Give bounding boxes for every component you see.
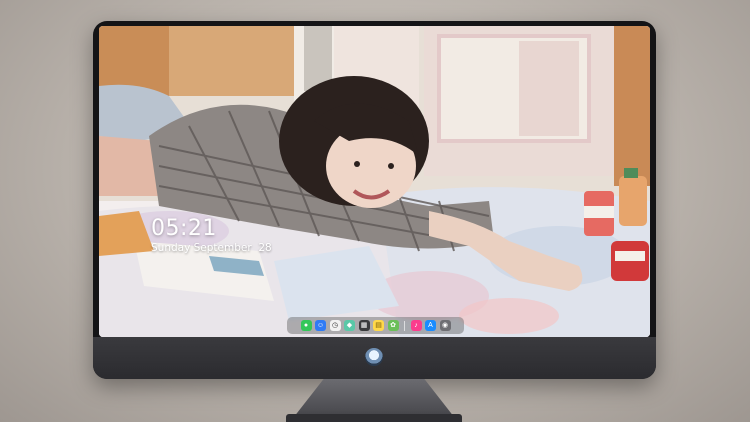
- messages-icon[interactable]: ●: [300, 320, 312, 331]
- clock-icon[interactable]: ◷: [329, 320, 341, 331]
- finder-icon[interactable]: ☺: [315, 320, 326, 331]
- monitor: 05:21 Sunday September 28 ● ☺ ◷ ◆ ▦ ▤ ✿ …: [93, 21, 656, 379]
- lock-screen[interactable]: 05:21 Sunday September 28 ● ☺ ◷ ◆ ▦ ▤ ✿ …: [99, 26, 650, 337]
- wallpaper-photo: [99, 26, 650, 337]
- dock-separator: [404, 320, 405, 331]
- camera-icon[interactable]: ◉: [439, 320, 451, 331]
- dock: ● ☺ ◷ ◆ ▦ ▤ ✿ ♪ A ◉: [287, 317, 464, 334]
- monitor-stand-base: [286, 414, 462, 422]
- notes-icon[interactable]: ▤: [373, 320, 384, 331]
- photos-icon[interactable]: ✿: [387, 320, 399, 331]
- music-icon[interactable]: ♪: [410, 320, 422, 331]
- maps-icon[interactable]: ◆: [344, 320, 355, 331]
- lock-screen-time: 05:21: [151, 216, 217, 241]
- monitor-chin: [93, 337, 656, 379]
- brand-logo-icon: [365, 348, 383, 366]
- lock-screen-date: Sunday September 28: [151, 242, 272, 254]
- app-store-icon[interactable]: A: [425, 320, 436, 331]
- calendar-icon[interactable]: ▦: [358, 320, 370, 331]
